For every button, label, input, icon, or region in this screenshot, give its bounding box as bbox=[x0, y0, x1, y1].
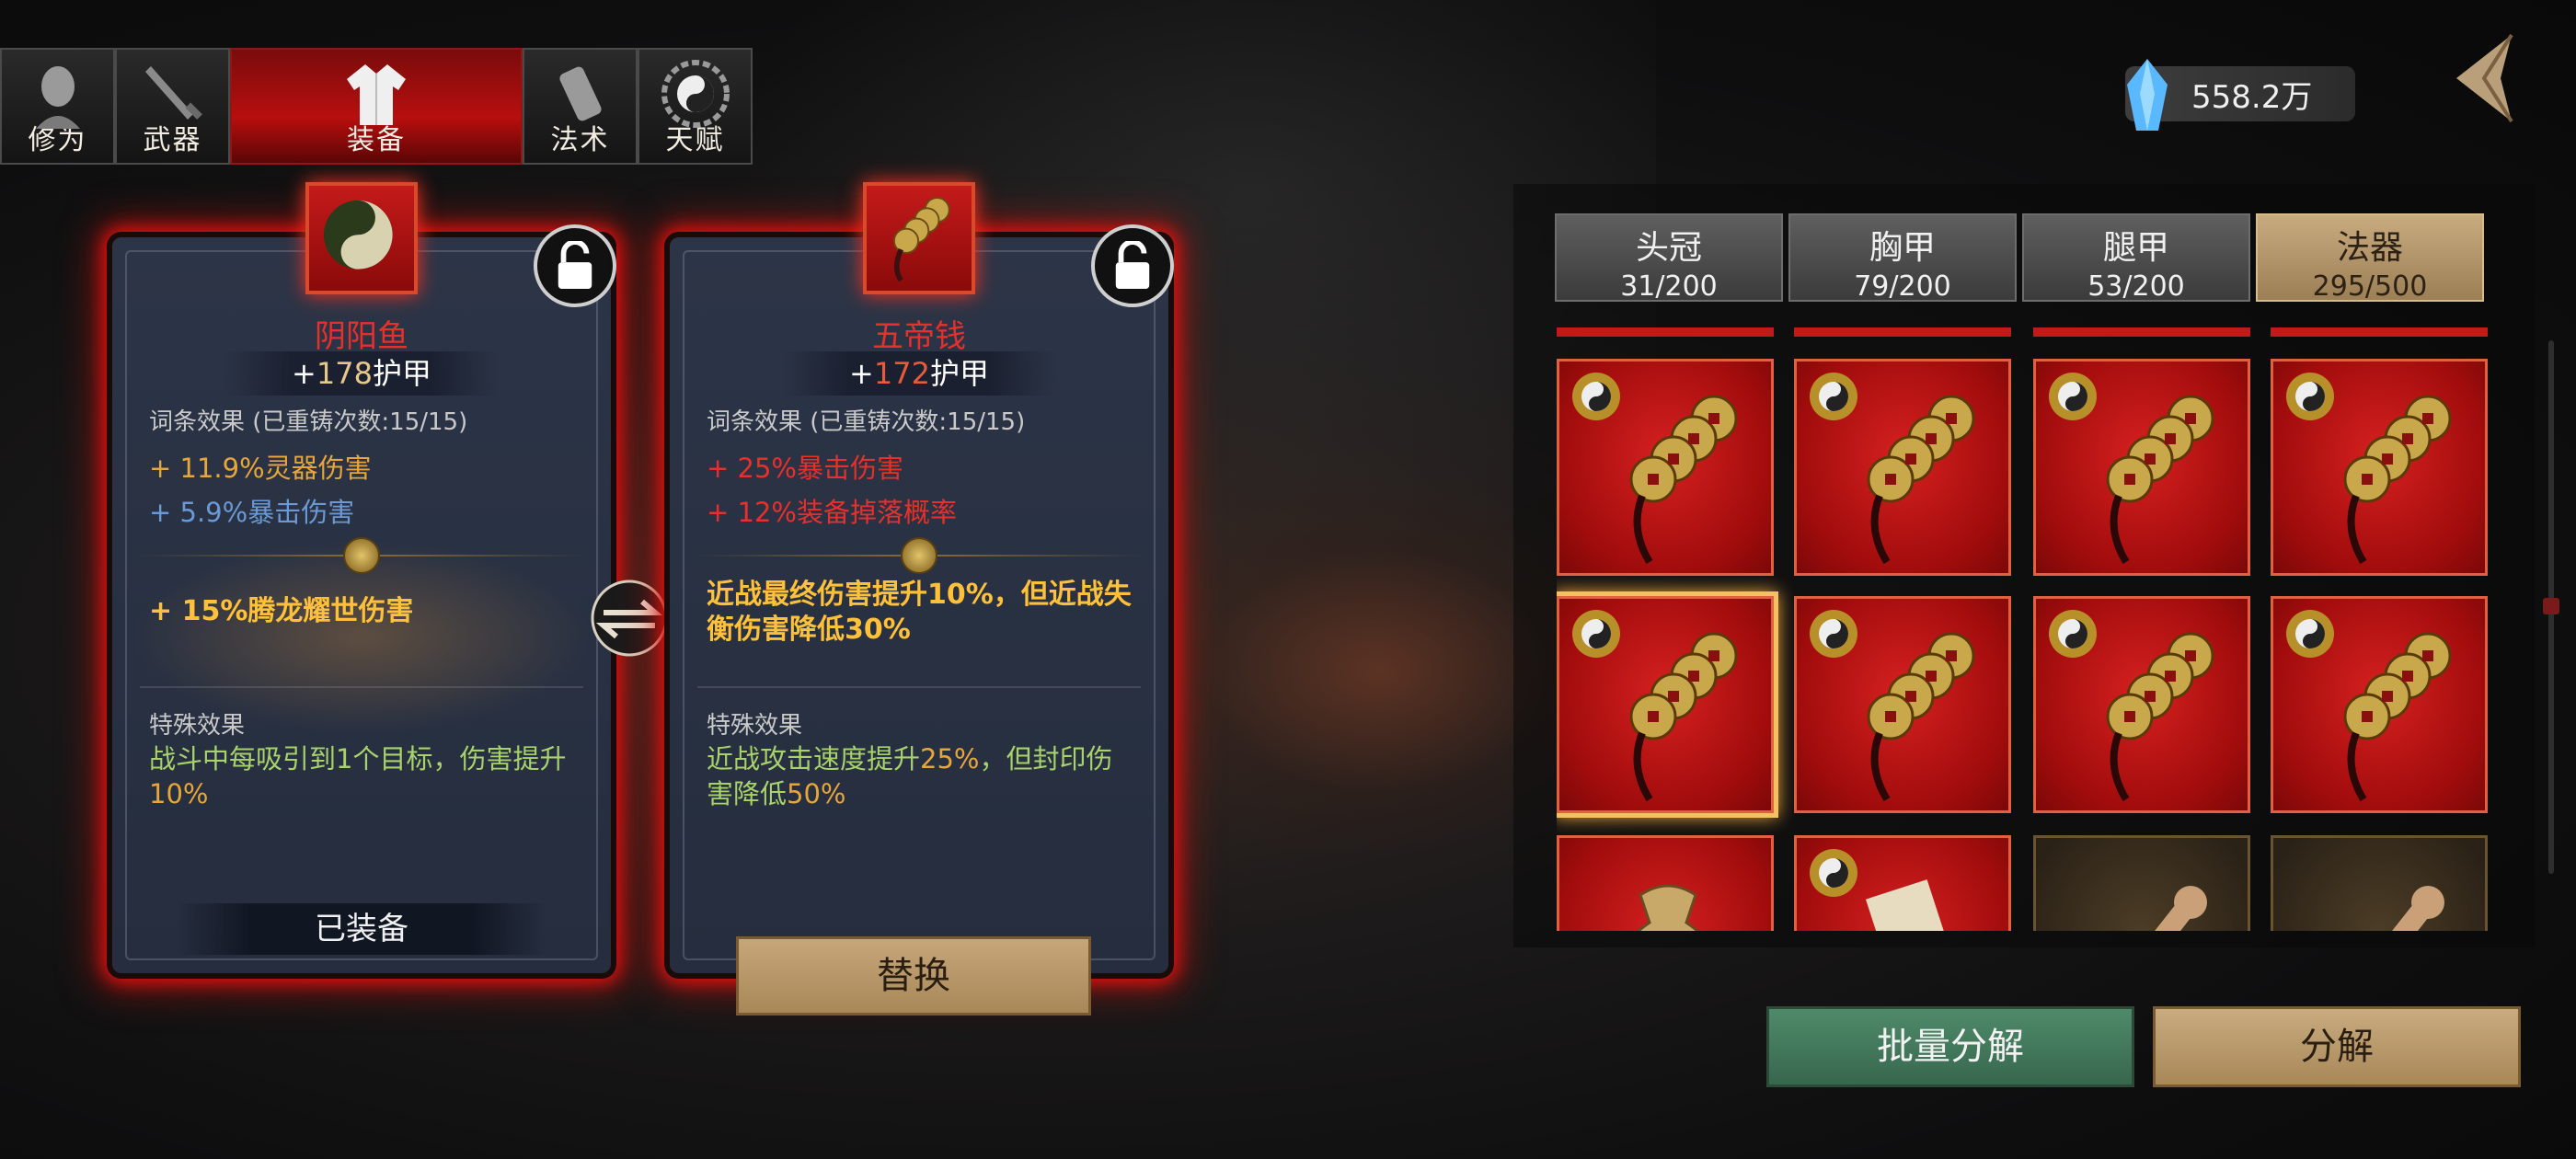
sword-icon bbox=[144, 66, 202, 120]
item-slot-edge bbox=[1557, 327, 1774, 337]
robe-icon bbox=[347, 64, 406, 125]
decompose-button[interactable]: 分解 bbox=[2153, 1006, 2521, 1087]
yin-yang-badge-icon bbox=[2286, 373, 2334, 420]
yin-yang-badge-icon bbox=[1572, 610, 1620, 658]
yin-yang-badge-icon bbox=[2049, 373, 2097, 420]
inventory-item[interactable] bbox=[1794, 359, 2011, 576]
equipped-status: 已装备 bbox=[178, 903, 546, 955]
affix-title: 词条效果 (已重铸次数:15/15) bbox=[707, 408, 1026, 436]
yin-yang-badge-icon bbox=[1810, 373, 1857, 420]
item-name: 阴阳鱼 bbox=[315, 318, 408, 355]
tab-chest[interactable]: 胸甲 79/200 bbox=[1788, 213, 2017, 303]
inventory-item[interactable] bbox=[1557, 359, 1774, 576]
set-bonus: 近战最终伤害提升10%，但近战失衡伤害降低30% bbox=[707, 579, 1132, 646]
whisk-handle-icon bbox=[2392, 886, 2444, 931]
affix-stat: + 12%装备掉落概率 bbox=[707, 497, 957, 528]
tab-legs[interactable]: 腿甲 53/200 bbox=[2022, 213, 2250, 303]
scroll-icon bbox=[558, 66, 602, 121]
item-icon-frame bbox=[305, 182, 418, 294]
currency-amount: 558.2万 bbox=[2191, 78, 2313, 116]
inventory-item[interactable] bbox=[2033, 835, 2250, 931]
inventory-item[interactable] bbox=[1557, 835, 1774, 931]
inventory-grid: 令 bbox=[1557, 359, 2488, 931]
tab-helmet[interactable]: 头冠 31/200 bbox=[1555, 213, 1783, 303]
monk-head-icon bbox=[35, 66, 80, 129]
special-effect-title: 特殊效果 bbox=[707, 712, 803, 740]
tab-weapon[interactable]: 武器 bbox=[115, 48, 230, 165]
yin-yang-badge-icon bbox=[1572, 373, 1620, 420]
item-name: 五帝钱 bbox=[872, 318, 966, 355]
category-tabs: 头冠 31/200 胸甲 79/200 腿甲 53/200 法器 295/500 bbox=[1555, 213, 2484, 303]
inventory-item[interactable] bbox=[1557, 596, 1774, 813]
yin-yang-badge-icon bbox=[2286, 610, 2334, 658]
special-effect-title: 特殊效果 bbox=[149, 712, 246, 740]
inventory-item[interactable]: 令 bbox=[1794, 835, 2011, 931]
yin-yang-icon bbox=[323, 200, 393, 270]
back-arrow-icon[interactable] bbox=[2438, 28, 2521, 129]
unlock-icon[interactable] bbox=[534, 224, 616, 307]
affix-stat: + 25%暴击伤害 bbox=[707, 453, 903, 484]
whisk-handle-icon bbox=[2155, 886, 2207, 931]
item-slot-edge bbox=[1794, 327, 2011, 337]
main-tabs: 修为 武器 装备 法术 天赋 bbox=[0, 48, 753, 165]
yin-yang-badge-icon bbox=[2049, 610, 2097, 658]
set-bonus: + 15%腾龙耀世伤害 bbox=[149, 595, 414, 627]
equipped-item-card: 阴阳鱼 +178护甲 词条效果 (已重铸次数:15/15) + 11.9%灵器伤… bbox=[112, 182, 616, 973]
affix-stat: + 11.9%灵器伤害 bbox=[149, 453, 372, 484]
affix-title: 词条效果 (已重铸次数:15/15) bbox=[149, 408, 468, 436]
divider bbox=[697, 686, 1141, 688]
item-slot-edge bbox=[2033, 327, 2250, 337]
inventory-item[interactable] bbox=[2271, 835, 2488, 931]
item-icon-frame bbox=[863, 182, 975, 294]
coin-ornament-icon bbox=[901, 537, 937, 574]
tab-equipment[interactable]: 装备 bbox=[230, 48, 523, 165]
inventory-item[interactable] bbox=[2271, 596, 2488, 813]
armor-stat: +178护甲 bbox=[224, 351, 500, 396]
armor-stat: +172护甲 bbox=[781, 351, 1057, 396]
unlock-icon[interactable] bbox=[1091, 224, 1174, 307]
scrollbar-thumb[interactable] bbox=[2543, 598, 2559, 614]
compare-item-card: 五帝钱 +172护甲 词条效果 (已重铸次数:15/15) + 25%暴击伤害 … bbox=[670, 182, 1174, 973]
replace-button[interactable]: 替换 bbox=[736, 936, 1091, 1016]
inventory-item[interactable] bbox=[1794, 596, 2011, 813]
yin-yang-badge-icon bbox=[1810, 610, 1857, 658]
bulk-decompose-button[interactable]: 批量分解 bbox=[1766, 1006, 2134, 1087]
tab-cultivation[interactable]: 修为 bbox=[0, 48, 115, 165]
yin-yang-badge-icon bbox=[1810, 849, 1857, 897]
tab-talent[interactable]: 天赋 bbox=[638, 48, 753, 165]
tab-spell[interactable]: 法术 bbox=[523, 48, 638, 165]
inventory-item[interactable] bbox=[2033, 596, 2250, 813]
affix-stat: + 5.9%暴击伤害 bbox=[149, 497, 355, 528]
coin-string-icon bbox=[892, 197, 950, 282]
crystal-icon bbox=[2127, 59, 2168, 131]
coin-ornament-icon bbox=[343, 537, 380, 574]
divider bbox=[140, 686, 583, 688]
compare-swap-icon bbox=[591, 580, 668, 657]
money-pouch-icon bbox=[1636, 884, 1700, 931]
tab-artifact[interactable]: 法器 295/500 bbox=[2256, 213, 2484, 303]
special-effect-text: 近战攻击速度提升25%，但封印伤害降低50% bbox=[707, 743, 1113, 809]
item-slot-edge bbox=[2271, 327, 2488, 337]
currency-display: 558.2万 bbox=[2125, 59, 2355, 131]
inventory-item[interactable] bbox=[2033, 359, 2250, 576]
special-effect-text: 战斗中每吸引到1个目标，伤害提升10% bbox=[149, 743, 567, 809]
bagua-icon bbox=[661, 60, 730, 128]
inventory-item[interactable] bbox=[2271, 359, 2488, 576]
